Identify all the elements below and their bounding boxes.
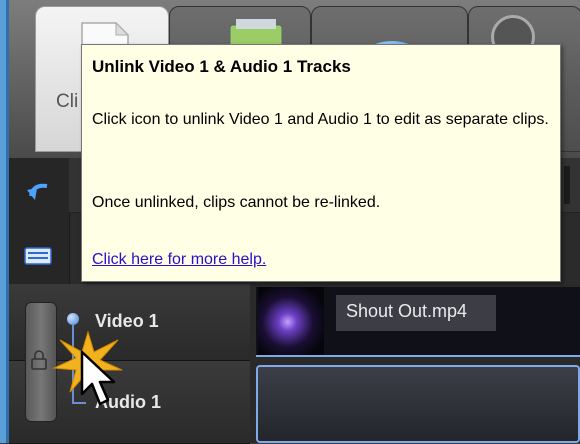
undo-icon[interactable] — [23, 178, 53, 206]
tooltip-title: Unlink Video 1 & Audio 1 Tracks — [92, 57, 351, 76]
track-name-video: Video 1 — [95, 311, 159, 331]
clip-title: Shout Out.mp4 — [346, 301, 468, 321]
toolbar-column — [9, 158, 70, 284]
keyboard-icon[interactable] — [23, 242, 53, 270]
tab-clip-bin-label: Cli — [56, 91, 79, 112]
clip-thumbnail[interactable] — [258, 287, 324, 357]
tooltip-body: Click icon to unlink Video 1 and Audio 1… — [92, 111, 549, 128]
left-edge-strip — [0, 0, 9, 443]
pointer-cursor-icon — [80, 350, 116, 406]
tooltip-unlink-tracks: Unlink Video 1 & Audio 1 Tracks Click ic… — [81, 44, 561, 282]
audio-lane[interactable] — [256, 365, 580, 443]
video-lane[interactable]: Shout Out.mp4 — [256, 287, 580, 357]
help-link[interactable]: Click here for more help. — [92, 251, 266, 269]
ruler-mark — [564, 166, 570, 204]
lock-icon[interactable] — [29, 350, 49, 370]
tooltip-note: Once unlinked, clips cannot be re-linked… — [92, 194, 381, 211]
